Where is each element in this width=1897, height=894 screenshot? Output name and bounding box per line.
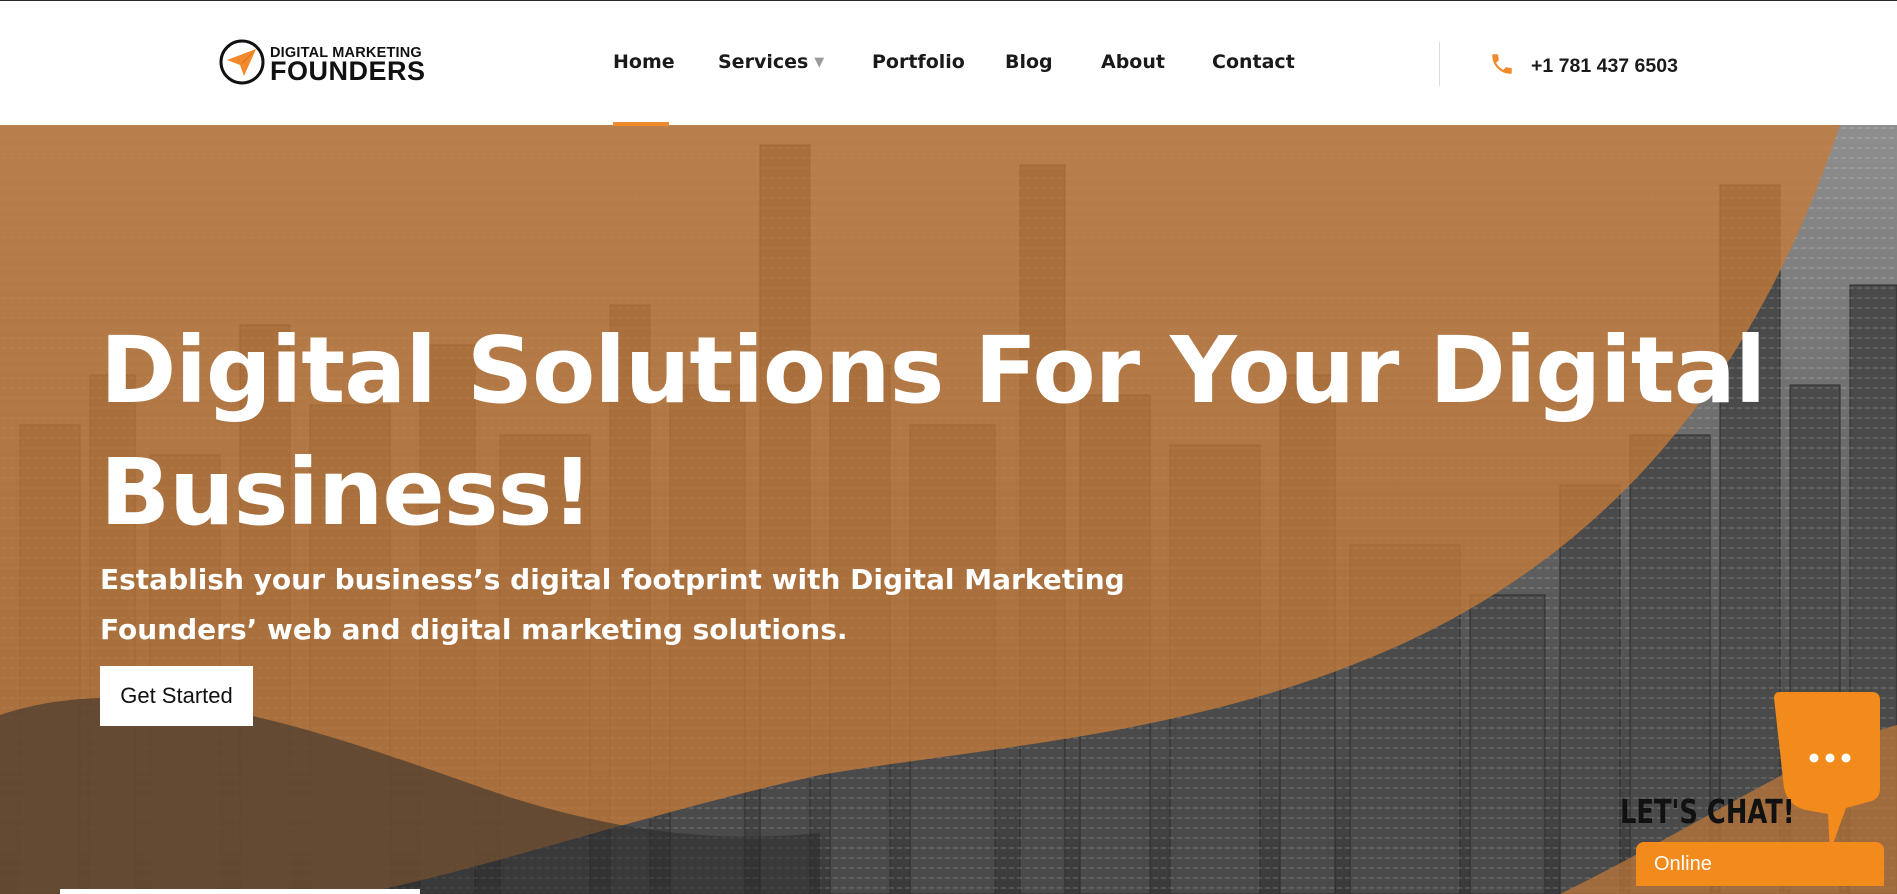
header-divider	[1439, 42, 1440, 86]
hero-subtitle: Establish your business’s digital footpr…	[100, 563, 1125, 646]
phone-number[interactable]: +1 781 437 6503	[1531, 55, 1678, 78]
nav-services-label: Services	[718, 51, 809, 73]
nav-portfolio[interactable]: Portfolio	[872, 51, 965, 73]
site-header: DIGITAL MARKETING FOUNDERS Home Services…	[0, 0, 1897, 126]
caret-down-icon: ▼	[814, 55, 825, 70]
active-nav-indicator	[613, 122, 669, 126]
get-started-button[interactable]: Get Started	[100, 666, 253, 726]
bottom-edge-strip	[60, 889, 420, 894]
hero-title: Digital Solutions For Your Digital Busin…	[100, 317, 1766, 546]
nav-about[interactable]: About	[1101, 51, 1165, 73]
phone-icon	[1492, 54, 1512, 74]
nav-blog[interactable]: Blog	[1005, 51, 1053, 73]
chat-status-bar[interactable]: Online	[1636, 842, 1884, 886]
chat-widget[interactable]: LET'S CHAT! Online	[1610, 690, 1897, 894]
site-logo[interactable]: DIGITAL MARKETING FOUNDERS	[218, 38, 428, 88]
chat-status: Online	[1654, 853, 1712, 875]
nav-contact[interactable]: Contact	[1212, 51, 1295, 73]
chat-title: LET'S CHAT!	[1620, 792, 1795, 831]
logo-text-bottom: FOUNDERS	[270, 56, 426, 86]
nav-services[interactable]: Services ▼	[718, 51, 824, 73]
nav-home[interactable]: Home	[613, 51, 675, 73]
paper-plane-icon	[219, 39, 265, 85]
